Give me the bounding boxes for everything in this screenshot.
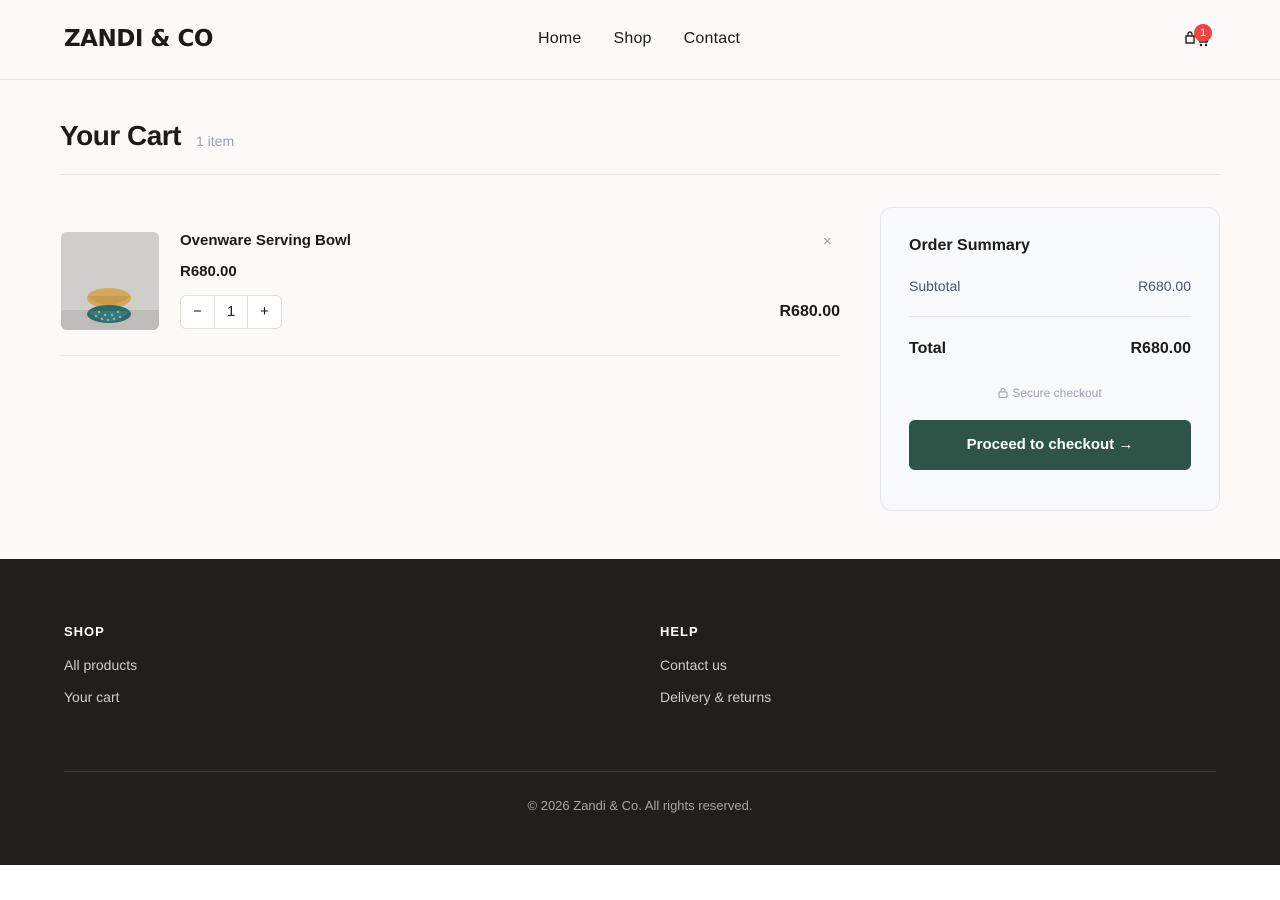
footer-heading-shop: SHOP: [64, 624, 105, 639]
title-divider: [60, 174, 1220, 175]
total-label: Total: [909, 340, 947, 357]
bowl-photo: [61, 232, 159, 330]
secure-checkout-text: Secure checkout: [1012, 386, 1102, 400]
line-total: R680.00: [779, 303, 841, 320]
footer-heading-help: HELP: [660, 624, 699, 639]
site-header: ZANDI & CO Home Shop Contact 1: [0, 0, 1280, 80]
copyright: © 2026 Zandi & Co. All rights reserved.: [527, 798, 753, 813]
nav-shop[interactable]: Shop: [613, 30, 651, 48]
footer-link-delivery[interactable]: Delivery & returns: [660, 689, 771, 705]
checkout-button[interactable]: Proceed to checkout →: [909, 420, 1191, 470]
product-price: R680.00: [180, 263, 237, 280]
product-name[interactable]: Ovenware Serving Bowl: [180, 232, 351, 249]
order-summary: Order Summary Subtotal R680.00 Total R68…: [880, 207, 1220, 511]
page-title: Your Cart: [60, 120, 182, 151]
product-image[interactable]: [61, 232, 159, 330]
secure-checkout-note: Secure checkout: [881, 386, 1219, 400]
main-nav: Home Shop Contact: [538, 30, 740, 48]
remove-item-button[interactable]: ×: [823, 233, 832, 250]
quantity-value[interactable]: 1: [214, 296, 248, 328]
footer-divider: [64, 771, 1216, 772]
footer-link-all-products[interactable]: All products: [64, 657, 137, 673]
footer-help-column: HELP Contact us Delivery & returns: [660, 624, 771, 721]
increase-quantity-button[interactable]: +: [248, 296, 281, 328]
cart-page: Your Cart 1 item Ovenware Serving Bowl R…: [0, 80, 1280, 559]
site-footer: SHOP All products Your cart HELP Contact…: [0, 559, 1280, 865]
footer-link-contact[interactable]: Contact us: [660, 657, 771, 673]
summary-title: Order Summary: [909, 237, 1030, 254]
nav-contact[interactable]: Contact: [684, 30, 741, 48]
footer-shop-column: SHOP All products Your cart: [64, 624, 137, 721]
lock-icon: [998, 387, 1008, 399]
subtotal-value: R680.00: [1138, 278, 1191, 294]
nav-home[interactable]: Home: [538, 30, 581, 48]
brand-logo[interactable]: ZANDI & CO: [64, 26, 213, 52]
footer-link-your-cart[interactable]: Your cart: [64, 689, 137, 705]
cart-item: Ovenware Serving Bowl R680.00 − 1 + × R6…: [60, 231, 840, 356]
quantity-stepper: − 1 +: [180, 295, 282, 329]
summary-divider: [909, 316, 1191, 317]
subtotal-label: Subtotal: [909, 278, 961, 294]
item-count: 1 item: [196, 133, 235, 149]
decrease-quantity-button[interactable]: −: [181, 296, 214, 328]
total-value: R680.00: [1130, 340, 1192, 357]
cart-count-badge: 1: [1194, 24, 1212, 42]
